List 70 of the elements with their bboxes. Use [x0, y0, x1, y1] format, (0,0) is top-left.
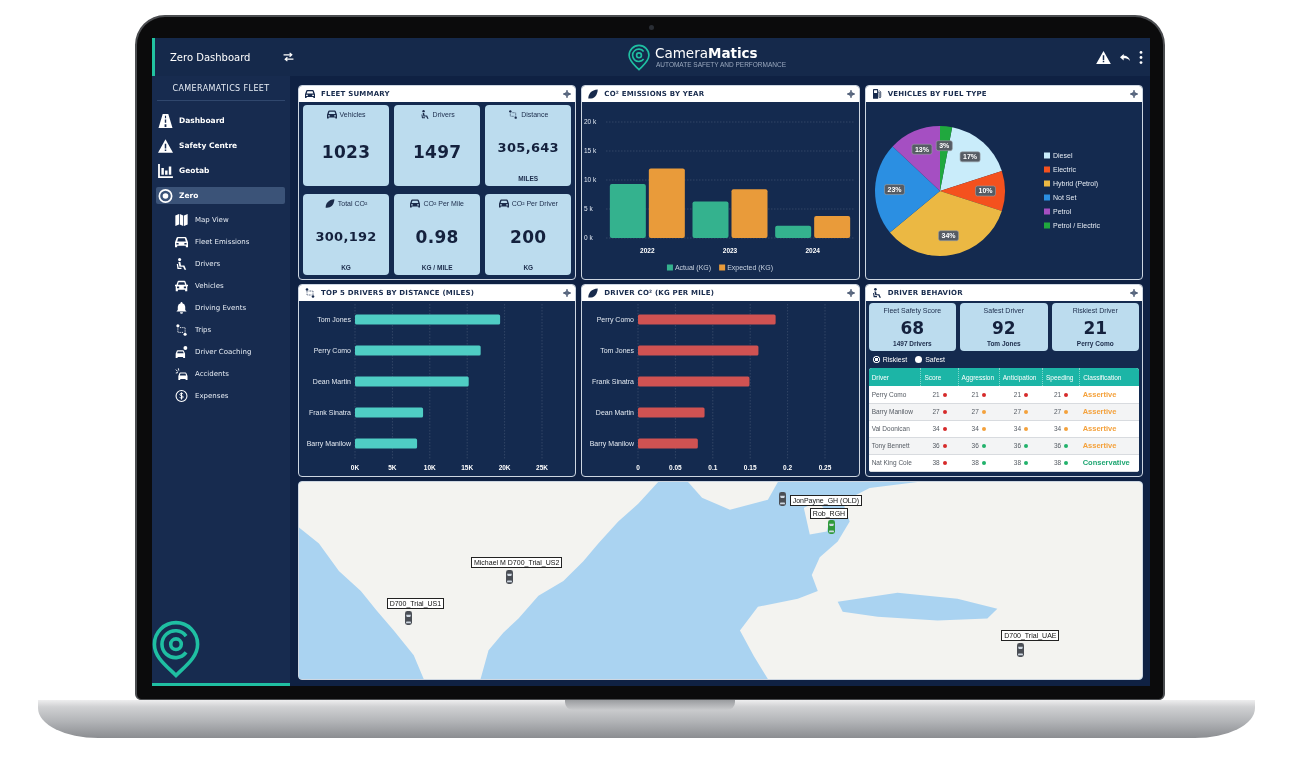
car-icon — [175, 280, 188, 292]
stat-value: 68 — [900, 317, 925, 338]
swatch-icon — [1043, 222, 1050, 229]
swatch-icon — [1043, 166, 1050, 173]
bar — [355, 407, 424, 418]
move-icon[interactable] — [563, 289, 572, 297]
car-icon — [498, 199, 509, 208]
fuel-pump-icon — [871, 89, 882, 99]
bar-chart-icon — [158, 163, 173, 178]
bar — [638, 438, 699, 449]
dollar-icon — [175, 390, 188, 402]
car-icon — [410, 199, 421, 208]
route-icon — [305, 288, 315, 298]
stat-value: 0.98 — [415, 225, 459, 249]
seated-person-icon — [175, 258, 188, 270]
arrow-icon[interactable] — [1120, 53, 1130, 61]
move-icon[interactable] — [846, 289, 855, 297]
move-icon[interactable] — [846, 90, 855, 98]
road-icon — [158, 113, 173, 128]
seated-person-icon — [871, 288, 882, 298]
bar — [814, 215, 851, 238]
swatch-icon — [1043, 180, 1050, 187]
stat-value: 92 — [992, 317, 1016, 338]
map-icon — [175, 214, 188, 226]
route-icon — [508, 110, 519, 119]
camera-lens — [648, 25, 654, 30]
car-icon — [175, 236, 188, 248]
swatch-icon — [1043, 194, 1050, 201]
warning-icon — [158, 138, 173, 153]
stat-value: 305,643 — [497, 139, 559, 157]
bar — [649, 168, 686, 238]
car-icon — [326, 110, 337, 119]
bar — [355, 438, 418, 449]
swatch-icon — [667, 264, 674, 271]
bar — [731, 189, 768, 238]
car-icon[interactable] — [405, 611, 413, 626]
car-icon[interactable] — [506, 569, 514, 584]
stat-value: 200 — [510, 225, 547, 249]
stat-value: 21 — [1083, 317, 1108, 338]
leaf-icon — [588, 89, 599, 99]
swatch-icon — [1043, 208, 1050, 215]
stat-value: 1497 — [412, 140, 462, 164]
swatch-icon — [719, 264, 726, 271]
stat-value: 300,192 — [315, 228, 377, 246]
move-icon[interactable] — [1130, 90, 1138, 98]
brand-name: CameraMatics — [655, 45, 759, 61]
warning-icon[interactable] — [1096, 50, 1111, 64]
move-icon[interactable] — [563, 90, 572, 98]
stat-value: 1023 — [321, 140, 371, 164]
seated-person-icon — [419, 110, 430, 119]
car-icon — [175, 368, 188, 380]
car-icon[interactable] — [778, 491, 786, 506]
sidebar-heading: CAMERAMATICS FLEET — [171, 84, 271, 93]
route-icon — [175, 324, 188, 336]
more-icon[interactable] — [1139, 50, 1143, 64]
car-icon[interactable] — [1017, 642, 1025, 657]
car-icon — [175, 346, 188, 358]
logo-icon — [628, 43, 650, 71]
car-icon — [305, 89, 315, 99]
leaf-icon — [324, 199, 335, 208]
swatch-icon — [1043, 152, 1050, 159]
swap-icon[interactable] — [283, 52, 294, 62]
leaf-icon — [588, 288, 599, 298]
bar — [692, 201, 729, 238]
move-icon[interactable] — [1130, 289, 1138, 297]
bar — [610, 184, 647, 238]
bar — [775, 225, 812, 238]
target-icon — [158, 188, 173, 203]
bell-icon — [175, 302, 188, 314]
bar — [638, 407, 705, 418]
